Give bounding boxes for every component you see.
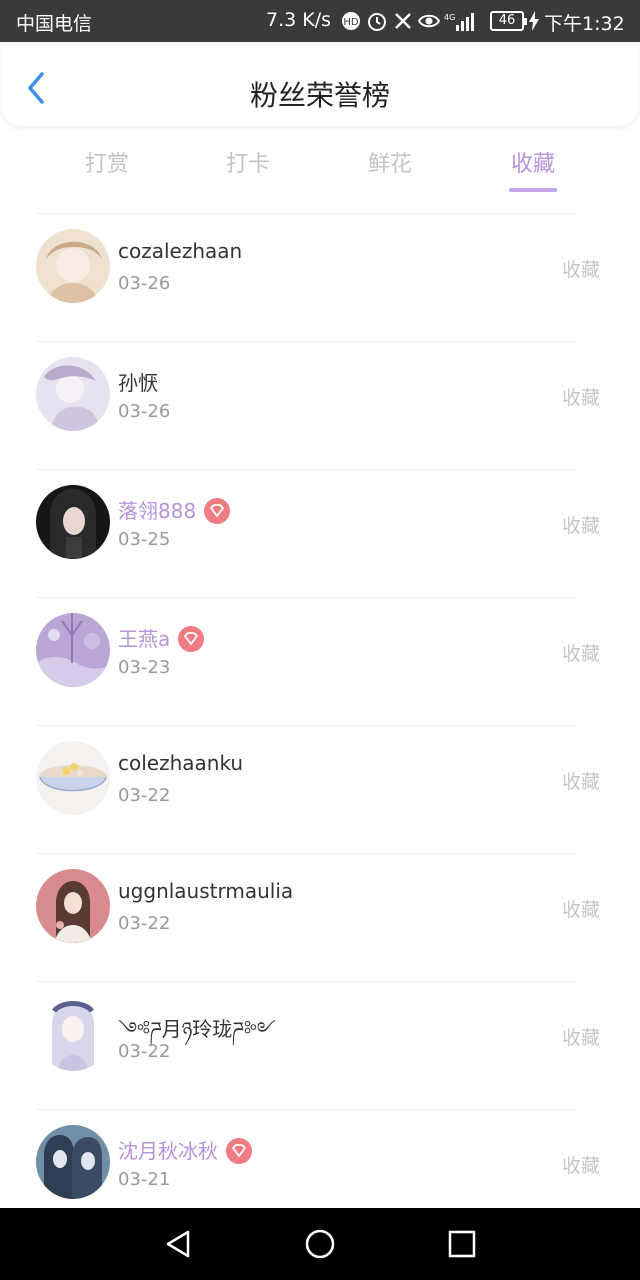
alarm-icon — [368, 13, 386, 31]
divider — [36, 469, 576, 470]
list-item[interactable]: uggnlaustrmaulia 03-22 收藏 — [0, 853, 640, 981]
action-label: 收藏 — [562, 1027, 601, 1049]
vip-diamond-icon — [204, 497, 231, 524]
action-label: 收藏 — [562, 1155, 601, 1177]
username: 落翎888 — [118, 495, 231, 526]
svg-text:4G: 4G — [444, 13, 455, 22]
tab-tip[interactable]: 打赏 — [57, 146, 157, 178]
divider — [36, 341, 576, 342]
nfc-icon — [395, 13, 411, 29]
fan-list: cozalezhaan 03-26 收藏 孙恹 03-26 收藏 落翎888 0… — [0, 213, 640, 1237]
divider — [36, 213, 576, 214]
divider — [36, 1109, 576, 1110]
vip-diamond-icon — [226, 1137, 252, 1164]
avatar[interactable] — [36, 1125, 110, 1199]
avatar[interactable] — [36, 869, 110, 943]
home-circle-icon[interactable] — [304, 1228, 336, 1260]
list-item[interactable]: 落翎888 03-25 收藏 — [0, 469, 640, 597]
recents-square-icon[interactable] — [446, 1228, 478, 1260]
avatar[interactable] — [36, 613, 110, 687]
username: uggnlaustrmaulia — [118, 879, 294, 903]
divider — [36, 853, 576, 854]
battery-level: 46 — [498, 13, 516, 28]
tab-bar: 打赏 打卡 鲜花 收藏 — [0, 140, 640, 196]
list-item[interactable]: cozalezhaan 03-26 收藏 — [0, 213, 640, 341]
tab-checkin[interactable]: 打卡 — [198, 146, 298, 178]
avatar[interactable] — [36, 741, 110, 815]
date: 03-22 — [118, 1041, 171, 1062]
date: 03-25 — [118, 529, 171, 550]
list-item[interactable]: 王燕a 03-23 收藏 — [0, 597, 640, 725]
system-nav-bar — [0, 1208, 640, 1280]
page-title: 粉丝荣誉榜 — [249, 79, 390, 112]
tab-favorites[interactable]: 收藏 — [483, 146, 583, 178]
action-label: 收藏 — [562, 899, 601, 921]
action-label: 收藏 — [562, 643, 601, 665]
charging-icon — [529, 11, 539, 31]
username: cozalezhaan — [118, 239, 243, 263]
date: 03-26 — [118, 273, 171, 294]
action-label: 收藏 — [562, 771, 601, 793]
avatar[interactable] — [36, 997, 110, 1071]
hd-call-icon: HD — [342, 12, 360, 30]
avatar[interactable] — [36, 485, 110, 559]
date: 03-26 — [118, 401, 171, 422]
date: 03-21 — [118, 1169, 171, 1190]
vip-diamond-icon — [178, 625, 205, 652]
list-item[interactable]: colezhaanku 03-22 收藏 — [0, 725, 640, 853]
status-bar: 中国电信 7.3 K/s HD 4G 46 下午1:32 — [0, 0, 640, 42]
list-item[interactable]: 孙恹 03-26 收藏 — [0, 341, 640, 469]
date: 03-23 — [118, 657, 171, 678]
back-triangle-icon[interactable] — [162, 1228, 194, 1260]
list-item[interactable]: ༺ཌ月ཉ玲珑ཌ༻ 03-22 收藏 — [0, 981, 640, 1109]
svg-text:HD: HD — [343, 17, 359, 28]
username: colezhaanku — [118, 751, 244, 775]
tab-flowers[interactable]: 鲜花 — [340, 146, 440, 178]
action-label: 收藏 — [562, 387, 601, 409]
eye-icon — [418, 14, 440, 28]
divider — [36, 597, 576, 598]
network-speed: 7.3 K/s — [266, 9, 332, 31]
status-icons: HD 4G — [340, 8, 478, 34]
action-label: 收藏 — [562, 515, 601, 537]
signal-4g-icon: 4G — [444, 13, 474, 31]
avatar[interactable] — [36, 357, 110, 431]
carrier-label: 中国电信 — [16, 13, 93, 35]
divider — [36, 725, 576, 726]
battery-icon: 46 — [490, 11, 527, 31]
date: 03-22 — [118, 913, 171, 934]
action-label: 收藏 — [562, 259, 601, 281]
divider — [36, 981, 576, 982]
clock: 下午1:32 — [544, 13, 625, 35]
avatar[interactable] — [36, 229, 110, 303]
app-header: 粉丝荣誉榜 — [2, 44, 638, 126]
date: 03-22 — [118, 785, 171, 806]
username: 王燕a — [118, 623, 205, 654]
active-tab-indicator — [509, 188, 557, 192]
username: 沈月秋冰秋 — [118, 1135, 252, 1166]
username: 孙恹 — [118, 371, 158, 395]
